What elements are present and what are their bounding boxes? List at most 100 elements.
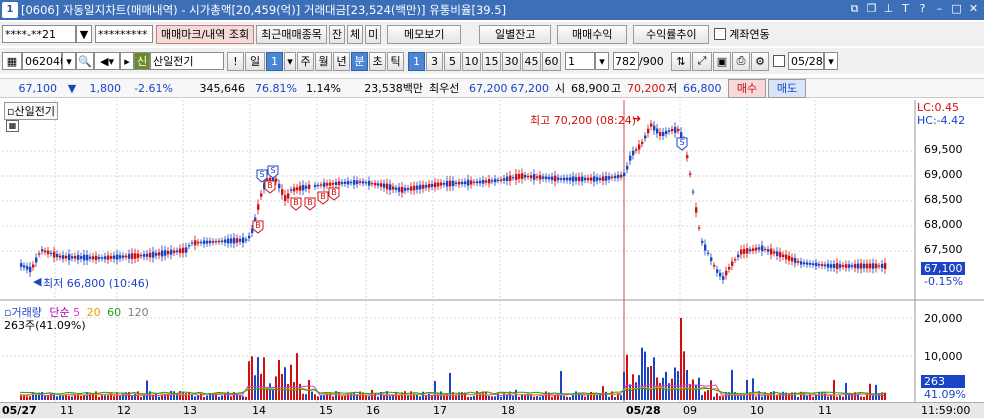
period-day-count[interactable]: 1 [266,51,283,71]
high-arrow-icon: ➜ [632,112,642,125]
volume-bar [524,394,526,400]
text-icon[interactable]: T [899,2,912,16]
low-arrow-icon: ◀ [33,275,42,288]
interval-45[interactable]: 45 [522,51,541,71]
period-tick[interactable]: 틱 [387,51,404,71]
daily-balance-button[interactable]: 일별잔고 [479,24,552,44]
grid-icon[interactable]: ▦ [2,52,22,70]
volume-bar [59,395,61,400]
recent-trades-button[interactable]: 최근매매종목 [256,24,327,44]
candle [803,262,806,265]
restore-icon[interactable]: ❐ [865,2,878,16]
period-week[interactable]: 주 [297,51,314,71]
trend-tool-icon[interactable]: ⇅ [671,51,691,71]
link-icon[interactable]: ⧉ [848,2,861,16]
candle [596,177,599,181]
stock-code-input[interactable]: 062040 [22,52,67,70]
candle [125,255,128,258]
candle [704,244,707,251]
account-dropdown-icon[interactable]: ▼ [76,25,92,43]
interval-15[interactable]: 15 [482,51,501,71]
trade-profit-button[interactable]: 매매수익 [557,24,628,44]
chart-area[interactable]: SSSBBBBBB ▫산일전기 ▦ LC:0.45 HC:-4.42 최고 70… [0,100,984,418]
save-icon[interactable]: ▣ [713,51,731,71]
interval-5[interactable]: 5 [444,51,461,71]
period-year[interactable]: 년 [333,51,350,71]
memo-button[interactable]: 메모보기 [387,24,462,44]
period-minute[interactable]: 분 [351,51,368,71]
date-checkbox[interactable] [773,55,785,67]
candle [863,263,866,269]
executed-button[interactable]: 체 [347,24,364,44]
close-icon[interactable]: ✕ [967,2,980,16]
return-trend-button[interactable]: 수익률추이 [633,24,710,44]
table-icon[interactable]: ▦ [6,120,19,132]
search-icon[interactable]: 🔍 [76,52,94,70]
password-field[interactable]: ********* [95,25,153,43]
account-link-checkbox[interactable] [714,28,727,40]
candle [659,132,662,136]
pin-icon[interactable]: ⊥ [882,2,895,16]
account-field[interactable]: ****-**21 [2,25,76,43]
candle [320,184,323,186]
volume-bar [623,371,625,400]
sell-button[interactable]: 매도 [768,78,806,98]
market-badge: 신 [134,52,150,70]
period-month[interactable]: 월 [315,51,332,71]
calendar-dropdown-icon[interactable]: ▾ [824,52,838,70]
date-input[interactable]: 05/28 [788,52,824,70]
arrow-icon[interactable]: ▸ [120,52,134,70]
interval-3[interactable]: 3 [426,51,443,71]
window-title: [0606] 자동일지차트(매매내역) - 시가총액[20,459(억)] 거래… [21,3,507,17]
candle [221,240,224,243]
help-icon[interactable]: ? [916,2,929,16]
interval-10[interactable]: 10 [462,51,481,71]
volume-bar [782,391,784,400]
volume-bar [599,394,601,400]
balance-button[interactable]: 잔 [328,24,346,44]
volume-bar [374,393,376,400]
volume-bar [551,396,553,400]
candle [299,185,302,191]
print-icon[interactable]: ⎙ [732,51,750,71]
maximize-icon[interactable]: □ [950,2,963,16]
candle [188,245,191,247]
chart-settings-icon[interactable]: ⤢ [692,51,712,71]
candle [395,187,398,190]
candle [740,249,743,255]
sound-icon[interactable]: ◀▾ [94,52,120,70]
buy-button[interactable]: 매수 [728,78,766,98]
period-dropdown-icon[interactable]: ▾ [284,51,296,71]
code-dropdown-icon[interactable]: ▾ [62,52,76,70]
chart-canvas[interactable]: S SSBBB BB B [0,100,984,418]
volume-bar [26,396,28,400]
count-input[interactable]: 782 [613,52,639,70]
candle [434,182,437,188]
trade-mark-query-button[interactable]: 매매마크/내역 조회 [156,24,255,44]
candle [605,175,608,181]
candle [722,276,725,280]
alert-icon[interactable]: ! [227,51,244,71]
candle [143,254,146,257]
gear-icon[interactable]: ⚙ [751,51,769,71]
ma-60: 60 [107,306,122,319]
interval-input[interactable]: 1 [565,52,595,70]
period-second[interactable]: 초 [369,51,386,71]
period-day[interactable]: 일 [245,51,265,71]
interval-60[interactable]: 60 [542,51,561,71]
stock-name-field[interactable]: 산일전기 [150,52,224,70]
volume-bar [68,395,70,400]
minimize-icon[interactable]: – [933,2,946,16]
candle [665,130,668,135]
candle [47,250,50,255]
interval-1[interactable]: 1 [408,51,425,71]
volume-bar [173,391,175,400]
unfilled-button[interactable]: 미 [365,24,382,44]
candle [347,180,350,185]
volume-bar [113,396,115,400]
candle [836,263,839,269]
interval-dropdown-icon[interactable]: ▾ [595,52,609,70]
interval-30[interactable]: 30 [502,51,521,71]
candle [560,178,563,180]
candle [524,175,527,178]
